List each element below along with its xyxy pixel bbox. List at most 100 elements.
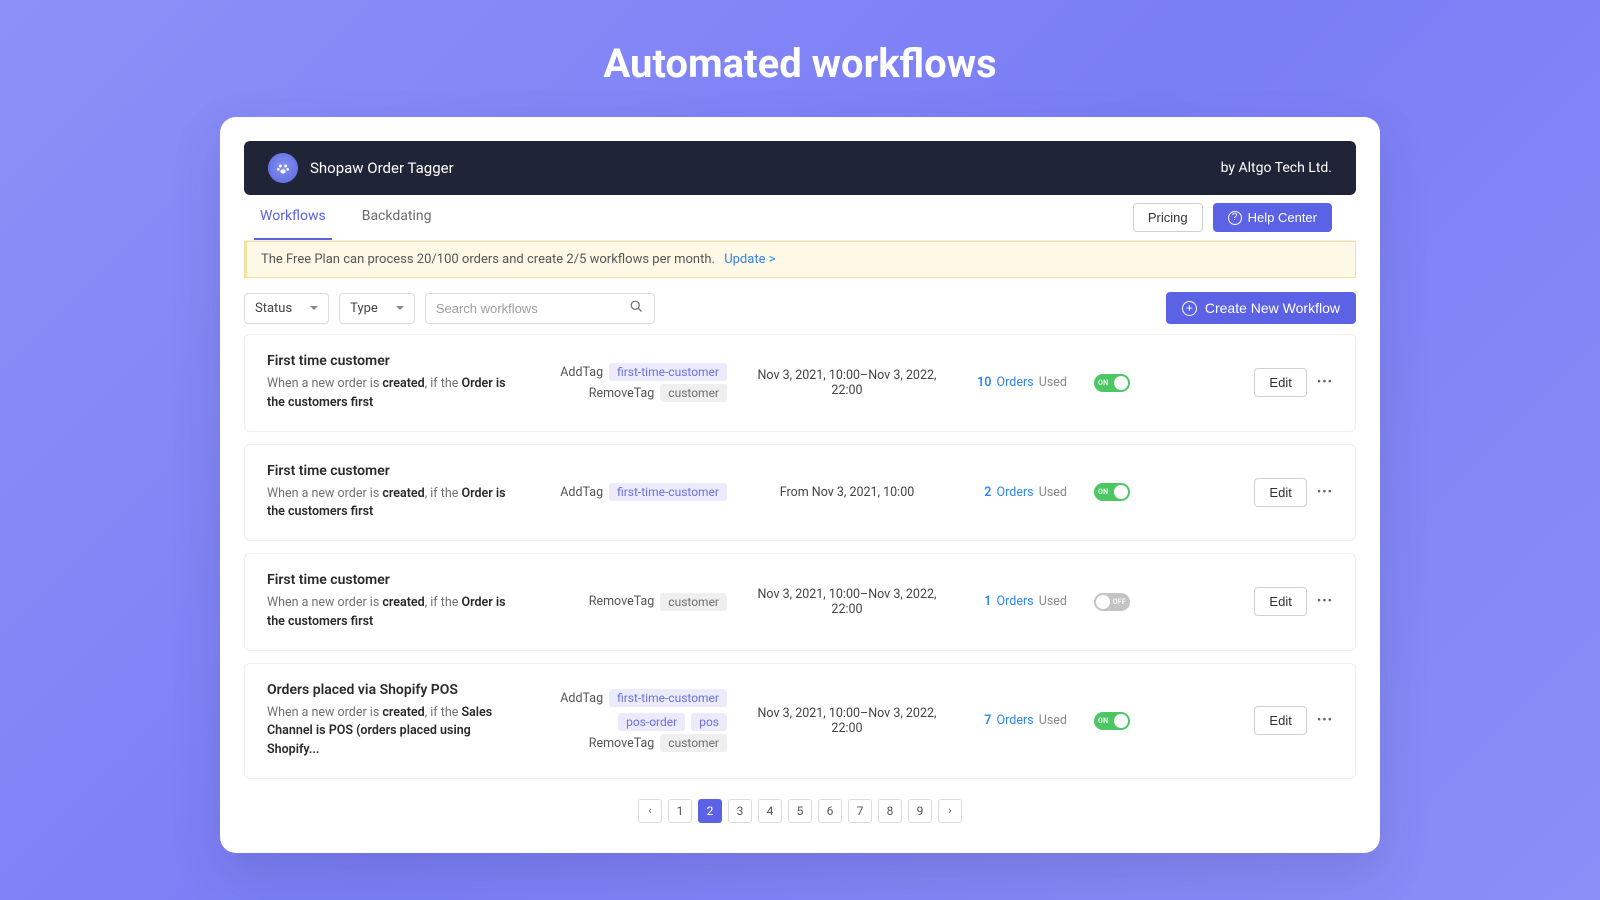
page-3[interactable]: 3 <box>728 799 752 823</box>
filter-row: Status Type + Create New Workflow <box>244 292 1356 324</box>
page-7[interactable]: 7 <box>848 799 872 823</box>
workflow-date: Nov 3, 2021, 10:00–Nov 3, 2022, 22:00 <box>747 706 947 736</box>
banner-text: The Free Plan can process 20/100 orders … <box>261 252 715 267</box>
page-8[interactable]: 8 <box>878 799 902 823</box>
workflow-toggle[interactable]: ON <box>1094 374 1130 392</box>
app-header: Shopaw Order Tagger by Altgo Tech Ltd. <box>244 141 1356 195</box>
create-workflow-label: Create New Workflow <box>1205 300 1340 316</box>
tabs-row: Workflows Backdating Pricing ? Help Cent… <box>244 195 1356 241</box>
tab-workflows[interactable]: Workflows <box>254 196 332 240</box>
workflow-title: First time customer <box>267 572 517 588</box>
workflow-card: First time customer When a new order is c… <box>244 553 1356 651</box>
add-tag-label: AddTag <box>560 691 603 706</box>
plan-banner: The Free Plan can process 20/100 orders … <box>244 241 1356 278</box>
add-tag-label: AddTag <box>560 485 603 500</box>
workflow-date: Nov 3, 2021, 10:00–Nov 3, 2022, 22:00 <box>747 368 947 398</box>
workflow-title: First time customer <box>267 353 517 369</box>
tag-chip: customer <box>660 593 727 611</box>
status-label: Status <box>255 301 292 316</box>
edit-button[interactable]: Edit <box>1254 368 1306 397</box>
chevron-down-icon <box>310 306 318 310</box>
workflow-tags: RemoveTag customer <box>537 590 727 614</box>
workflow-tags: AddTag first-time-customer RemoveTag custom… <box>537 360 727 405</box>
tag-chip: first-time-customer <box>609 483 727 501</box>
toggle-label: ON <box>1098 488 1108 496</box>
edit-button[interactable]: Edit <box>1254 587 1306 616</box>
page-6[interactable]: 6 <box>818 799 842 823</box>
workflow-toggle[interactable]: OFF <box>1094 593 1130 611</box>
create-workflow-button[interactable]: + Create New Workflow <box>1166 292 1356 324</box>
hero-title: Automated workflows <box>603 40 996 87</box>
workflow-date: Nov 3, 2021, 10:00–Nov 3, 2022, 22:00 <box>747 587 947 617</box>
app-author: by Altgo Tech Ltd. <box>1221 160 1332 176</box>
workflow-usage: 10 Orders Used <box>967 375 1067 390</box>
pagination: ‹123456789› <box>220 799 1380 823</box>
edit-button[interactable]: Edit <box>1254 706 1306 735</box>
toggle-label: ON <box>1098 717 1108 725</box>
status-select[interactable]: Status <box>244 293 329 324</box>
help-center-button[interactable]: ? Help Center <box>1213 203 1332 232</box>
toggle-knob <box>1114 376 1128 390</box>
type-label: Type <box>350 301 378 316</box>
more-icon[interactable]: ••• <box>1317 713 1333 728</box>
workflow-usage: 7 Orders Used <box>967 713 1067 728</box>
workflow-card: First time customer When a new order is c… <box>244 334 1356 432</box>
remove-tag-label: RemoveTag <box>589 386 655 401</box>
toggle-label: ON <box>1098 379 1108 387</box>
tab-backdating[interactable]: Backdating <box>356 196 438 240</box>
workflow-title: First time customer <box>267 463 517 479</box>
page-5[interactable]: 5 <box>788 799 812 823</box>
edit-button[interactable]: Edit <box>1254 478 1306 507</box>
toggle-knob <box>1096 595 1110 609</box>
tag-chip: first-time-customer <box>609 363 727 381</box>
more-icon[interactable]: ••• <box>1317 594 1333 609</box>
page-9[interactable]: 9 <box>908 799 932 823</box>
toggle-knob <box>1114 714 1128 728</box>
page-2[interactable]: 2 <box>698 799 722 823</box>
search-box[interactable] <box>425 293 655 324</box>
workflow-description: When a new order is created, if the Orde… <box>267 375 517 413</box>
tag-chip: customer <box>660 384 727 402</box>
workflow-toggle[interactable]: ON <box>1094 712 1130 730</box>
workflow-tags: AddTag first-time-customer pos-order pos Rem… <box>537 686 727 755</box>
app-card: Shopaw Order Tagger by Altgo Tech Ltd. W… <box>220 117 1380 853</box>
workflow-card: Orders placed via Shopify POS When a new … <box>244 663 1356 779</box>
workflow-usage: 2 Orders Used <box>967 485 1067 500</box>
workflow-title: Orders placed via Shopify POS <box>267 682 517 698</box>
pricing-button[interactable]: Pricing <box>1133 203 1203 232</box>
workflow-description: When a new order is created, if the Sale… <box>267 704 517 760</box>
workflow-toggle[interactable]: ON <box>1094 483 1130 501</box>
remove-tag-label: RemoveTag <box>589 736 655 751</box>
help-center-label: Help Center <box>1248 210 1317 225</box>
plus-circle-icon: + <box>1182 301 1197 316</box>
app-logo-icon <box>268 153 298 183</box>
workflow-description: When a new order is created, if the Orde… <box>267 594 517 632</box>
tag-chip: customer <box>660 734 727 752</box>
workflow-list: First time customer When a new order is c… <box>244 334 1356 779</box>
app-name: Shopaw Order Tagger <box>310 159 454 177</box>
page-next[interactable]: › <box>938 799 962 823</box>
more-icon[interactable]: ••• <box>1317 485 1333 500</box>
workflow-date: From Nov 3, 2021, 10:00 <box>747 485 947 500</box>
search-icon <box>629 299 644 318</box>
toggle-label: OFF <box>1113 598 1126 606</box>
help-icon: ? <box>1228 211 1242 225</box>
tag-chip: first-time-customer <box>609 689 727 707</box>
remove-tag-label: RemoveTag <box>589 594 655 609</box>
type-select[interactable]: Type <box>339 293 415 324</box>
chevron-down-icon <box>396 306 404 310</box>
page-1[interactable]: 1 <box>668 799 692 823</box>
workflow-description: When a new order is created, if the Orde… <box>267 485 517 523</box>
workflow-tags: AddTag first-time-customer <box>537 480 727 504</box>
workflow-card: First time customer When a new order is c… <box>244 444 1356 542</box>
tag-chip: pos-order <box>618 713 685 731</box>
more-icon[interactable]: ••• <box>1317 375 1333 390</box>
page-4[interactable]: 4 <box>758 799 782 823</box>
search-input[interactable] <box>436 301 629 316</box>
page-prev[interactable]: ‹ <box>638 799 662 823</box>
workflow-usage: 1 Orders Used <box>967 594 1067 609</box>
toggle-knob <box>1114 485 1128 499</box>
tag-chip: pos <box>691 713 727 731</box>
banner-update-link[interactable]: Update > <box>724 252 775 267</box>
add-tag-label: AddTag <box>560 365 603 380</box>
